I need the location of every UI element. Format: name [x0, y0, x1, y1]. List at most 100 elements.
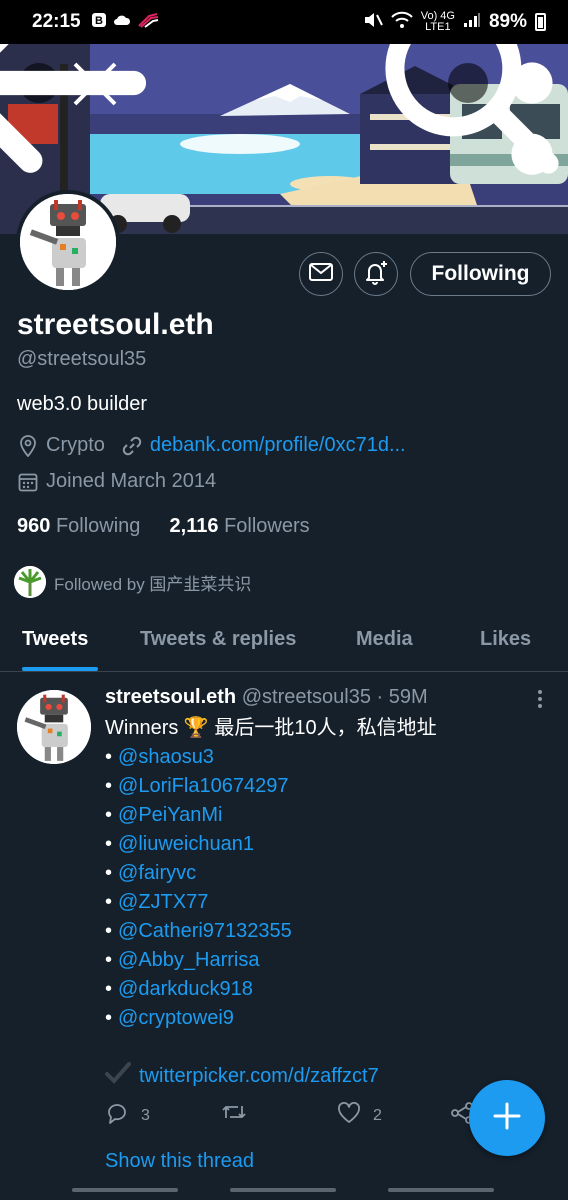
followers-label: Followers — [224, 515, 310, 537]
mention-item: • @PeiYanMi — [105, 801, 437, 830]
bullet: • — [105, 804, 113, 826]
mention-link[interactable]: @darkduck918 — [118, 978, 253, 1000]
mention-link[interactable]: @Abby_Harrisa — [118, 949, 259, 971]
bullet: • — [105, 920, 113, 942]
status-time: 22:15 — [32, 11, 81, 32]
profile-meta-location-row: Crypto debank.com/profile/0xc71d... — [17, 434, 406, 457]
compose-tweet-button[interactable] — [469, 1080, 545, 1156]
bullet: • — [105, 978, 113, 1000]
following-button[interactable]: Following — [410, 252, 551, 296]
more-vertical-icon — [530, 690, 550, 714]
mention-item: • @fairyvc — [105, 859, 437, 888]
profile-handle: @streetsoul35 — [17, 348, 147, 370]
message-button[interactable] — [299, 252, 343, 296]
mention-link[interactable]: @Catheri97132355 — [118, 920, 292, 942]
following-count: 960 — [17, 515, 51, 537]
tweet-more-button[interactable] — [530, 688, 550, 710]
profile-tabs: Tweets Tweets & replies Media Likes — [0, 610, 568, 672]
tweet-link-row: twitterpicker.com/d/zaffzct7 — [105, 1062, 379, 1090]
profile-website-link[interactable]: debank.com/profile/0xc71d... — [150, 434, 406, 457]
network-sub-text: LTE1 — [425, 21, 451, 33]
profile-meta-joined-row: Joined March 2014 — [17, 470, 216, 493]
following-label: Following — [55, 515, 141, 537]
followed-by-avatar — [14, 566, 46, 598]
wifi-icon — [391, 11, 413, 34]
mention-item: • @LoriFla10674297 — [105, 772, 437, 801]
mention-link[interactable]: @LoriFla10674297 — [118, 775, 288, 797]
link-icon — [121, 435, 143, 457]
tweet-separator: · — [376, 686, 384, 708]
mention-item: • @liuweichuan1 — [105, 830, 437, 859]
mention-link[interactable]: @shaosu3 — [118, 746, 214, 768]
tweet-author-avatar[interactable] — [17, 690, 91, 764]
mention-item: • @Abby_Harrisa — [105, 946, 437, 975]
flag-icon — [137, 12, 159, 33]
checkmark-icon — [105, 1062, 131, 1090]
cloud-icon — [113, 13, 131, 31]
tweet-external-link[interactable]: twitterpicker.com/d/zaffzct7 — [139, 1065, 379, 1088]
envelope-icon — [309, 262, 333, 286]
battery-icon — [535, 13, 546, 31]
like-count: 2 — [373, 1106, 382, 1124]
bullet: • — [105, 1007, 113, 1029]
show-thread-link[interactable]: Show this thread — [105, 1150, 254, 1173]
notification-icons: B — [91, 12, 159, 33]
profile-display-name: streetsoul.eth — [17, 308, 214, 341]
network-label: Vo) 4G LTE1 — [421, 11, 455, 33]
like-button[interactable]: 2 — [337, 1102, 382, 1129]
bullet: • — [105, 833, 113, 855]
tab-tweets-replies[interactable]: Tweets & replies — [140, 628, 296, 651]
mention-link[interactable]: @ZJTX77 — [118, 891, 208, 913]
bell-plus-icon — [363, 259, 389, 290]
more-options-button[interactable] — [511, 62, 553, 175]
tweet-text: Winners 🏆 最后一批10人，私信地址 • @shaosu3 • @LoriF… — [105, 714, 437, 1033]
mention-link[interactable]: @liuweichuan1 — [118, 833, 254, 855]
profile-joined: Joined March 2014 — [46, 470, 217, 492]
signal-icon — [463, 12, 481, 33]
reply-icon — [105, 1102, 129, 1129]
reply-count: 3 — [141, 1106, 150, 1124]
followed-by-row[interactable]: Followed by 国产韭菜共识 — [14, 566, 251, 598]
status-right: Vo) 4G LTE1 89% — [363, 11, 546, 34]
bullet: • — [105, 746, 113, 768]
svg-text:B: B — [95, 15, 103, 27]
bottom-nav-hint — [230, 1188, 336, 1192]
following-stat[interactable]: 960 Following — [17, 515, 140, 537]
back-button[interactable] — [0, 44, 147, 173]
mention-item: • @shaosu3 — [105, 743, 437, 772]
notifications-button[interactable] — [354, 252, 398, 296]
tab-likes[interactable]: Likes — [480, 628, 531, 651]
profile-bio: web3.0 builder — [17, 393, 148, 415]
mention-link[interactable]: @fairyvc — [118, 862, 196, 884]
bottom-nav-hint — [72, 1188, 178, 1192]
calendar-icon — [17, 471, 39, 493]
active-tab-indicator — [22, 667, 98, 671]
tweet-header: streetsoul.eth @streetsoul35 · 59M — [105, 686, 428, 709]
bullet: • — [105, 891, 113, 913]
app-notification-icon: B — [91, 12, 107, 33]
mention-item: • @darkduck918 — [105, 975, 437, 1004]
tab-tweets[interactable]: Tweets — [22, 628, 88, 651]
location-pin-icon — [17, 434, 39, 457]
followers-stat[interactable]: 2,116 Followers — [170, 515, 310, 537]
mention-item: • @cryptowei9 — [105, 1004, 437, 1033]
profile-stats: 960 Following 2,116 Followers — [17, 515, 310, 538]
tweet-time: 59M — [388, 686, 428, 708]
mention-item: • @ZJTX77 — [105, 888, 437, 917]
battery-percent: 89% — [488, 11, 527, 32]
tweet-author-name[interactable]: streetsoul.eth — [105, 686, 236, 708]
mention-link[interactable]: @cryptowei9 — [118, 1007, 234, 1029]
retweet-icon — [221, 1102, 247, 1127]
status-bar: 22:15 B Vo) 4G LTE1 89% — [0, 0, 568, 44]
bottom-nav-hint — [388, 1188, 494, 1192]
tweet-author-handle[interactable]: @streetsoul35 — [242, 686, 371, 708]
profile-avatar[interactable] — [16, 190, 120, 294]
mention-item: • @Catheri97132355 — [105, 917, 437, 946]
mute-icon — [363, 11, 383, 34]
tweet-line-1: Winners 🏆 最后一批10人，私信地址 — [105, 717, 437, 739]
retweet-button[interactable] — [221, 1102, 247, 1127]
reply-button[interactable]: 3 — [105, 1102, 150, 1129]
bullet: • — [105, 862, 113, 884]
mention-link[interactable]: @PeiYanMi — [118, 804, 222, 826]
tab-media[interactable]: Media — [356, 628, 413, 651]
